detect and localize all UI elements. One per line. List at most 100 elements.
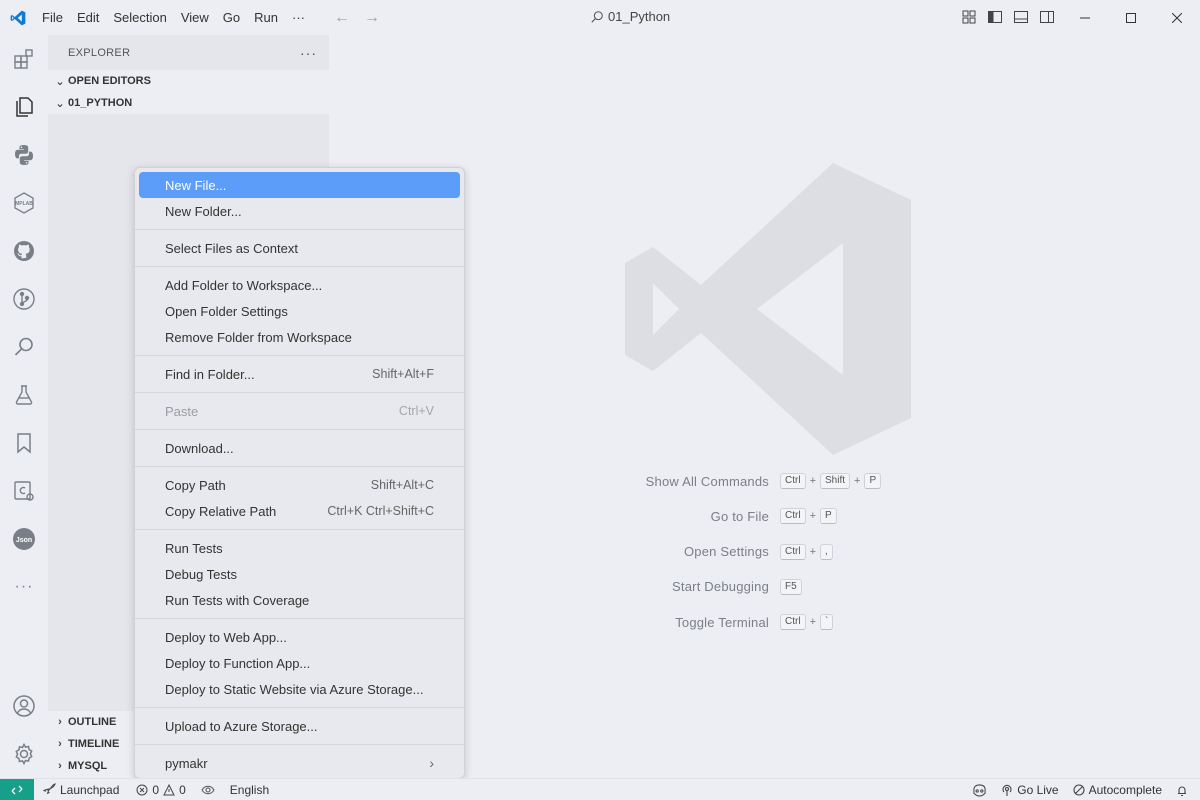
- menu-item-debug-tests[interactable]: Debug Tests: [139, 561, 460, 587]
- plus-sign: +: [809, 616, 816, 629]
- csharp-icon[interactable]: [0, 467, 48, 515]
- shortcut-label: Open Settings: [684, 544, 769, 560]
- toggle-secondary-sidebar-icon[interactable]: [1039, 9, 1055, 25]
- menu-item-shortcut: Shift+Alt+F: [372, 367, 434, 381]
- shortcut-keys: Ctrl +,: [780, 543, 833, 560]
- command-center[interactable]: 01_Python: [590, 9, 670, 24]
- menu-item-label: Copy Path: [165, 477, 226, 493]
- account-icon[interactable]: [0, 682, 48, 730]
- python-icon[interactable]: [0, 131, 48, 179]
- menu-item-find-in-folder[interactable]: Find in Folder... Shift+Alt+F: [139, 361, 460, 387]
- menu-selection[interactable]: Selection: [106, 0, 173, 35]
- menu-item-upload-to-azure-storage[interactable]: Upload to Azure Storage...: [139, 713, 460, 739]
- extensions-icon[interactable]: [0, 35, 48, 83]
- menu-item-pymakr[interactable]: pymakr ›: [139, 750, 460, 776]
- toggle-primary-sidebar-icon[interactable]: [987, 9, 1003, 25]
- menu-item-open-folder-settings[interactable]: Open Folder Settings: [139, 298, 460, 324]
- menu-item-deploy-to-static-website-via-azure-storage[interactable]: Deploy to Static Website via Azure Stora…: [139, 676, 460, 702]
- menu-item-new-file[interactable]: New File...: [139, 172, 460, 198]
- remote-icon: [11, 785, 23, 794]
- menu-edit[interactable]: Edit: [70, 0, 106, 35]
- language-item[interactable]: English: [222, 783, 276, 797]
- keycap: Shift: [820, 473, 851, 489]
- menu-item-shortcut: Shift+Alt+C: [370, 478, 434, 492]
- menu-item-download[interactable]: Download...: [139, 435, 460, 461]
- menu-item-paste: Paste Ctrl+V: [139, 398, 460, 424]
- chevron-down-icon: ⌄: [55, 97, 65, 110]
- keycap: P: [820, 508, 837, 525]
- shortcut-keys: Ctrl + Shift + P: [780, 473, 882, 489]
- menu-item-add-folder-to-workspace[interactable]: Add Folder to Workspace...: [139, 272, 460, 298]
- menu-view[interactable]: View: [174, 0, 216, 35]
- autocomplete-item[interactable]: Autocomplete: [1066, 783, 1169, 797]
- json-icon[interactable]: Json: [0, 515, 48, 563]
- menu-item-run-tests[interactable]: Run Tests: [139, 535, 460, 561]
- menu-item-run-tests-with-coverage[interactable]: Run Tests with Coverage: [139, 587, 460, 613]
- github-icon[interactable]: [0, 227, 48, 275]
- menu-item-label: pymakr: [165, 755, 208, 771]
- menu-item-select-files-as-context[interactable]: Select Files as Context: [139, 235, 460, 261]
- menu-item-label: Open Folder Settings: [165, 303, 288, 319]
- menu-item-remove-folder-from-workspace[interactable]: Remove Folder from Workspace: [139, 324, 460, 350]
- menu-item-label: Debug Tests: [165, 566, 238, 582]
- keycap: Ctrl: [780, 508, 806, 525]
- more-icon[interactable]: ···: [0, 563, 48, 611]
- notifications-item[interactable]: [1169, 784, 1200, 797]
- shortcut-keys: Ctrl + `: [780, 614, 834, 631]
- open-editors-section[interactable]: ⌄ OPEN EDITORS: [48, 70, 329, 92]
- menu-go[interactable]: Go: [216, 0, 247, 35]
- explorer-more-actions-icon[interactable]: ···: [300, 45, 317, 61]
- menu-item-label: Remove Folder from Workspace: [165, 329, 352, 345]
- maximize-icon[interactable]: [1108, 0, 1154, 35]
- menu-file[interactable]: File: [35, 0, 70, 35]
- menu-run[interactable]: Run: [247, 0, 285, 35]
- menu-item-shortcut: Ctrl+K Ctrl+Shift+C: [327, 504, 434, 518]
- eye-icon: [201, 785, 215, 794]
- command-center-label: 01_Python: [608, 9, 671, 24]
- go-live-item[interactable]: Go Live: [994, 783, 1065, 797]
- forward-arrow-icon[interactable]: →: [364, 9, 380, 27]
- back-arrow-icon[interactable]: ←: [334, 9, 350, 27]
- source-control-icon[interactable]: [0, 275, 48, 323]
- autocomplete-label: Autocomplete: [1088, 783, 1162, 797]
- close-icon[interactable]: [1154, 0, 1200, 35]
- mysql-label: MYSQL: [68, 760, 108, 772]
- minimize-icon[interactable]: [1062, 0, 1108, 35]
- eye-item[interactable]: [193, 784, 222, 796]
- shortcut-label: Toggle Terminal: [675, 614, 769, 630]
- vscode-logo-icon: [0, 0, 35, 35]
- menu-item-copy-relative-path[interactable]: Copy Relative Path Ctrl+K Ctrl+Shift+C: [139, 498, 460, 524]
- menu-item-deploy-to-web-app[interactable]: Deploy to Web App...: [139, 624, 460, 650]
- problems-item[interactable]: 0 0: [126, 783, 192, 797]
- search-icon[interactable]: [0, 323, 48, 371]
- settings-gear-icon[interactable]: [0, 730, 48, 778]
- folder-section[interactable]: ⌄ 01_PYTHON: [48, 92, 329, 114]
- menu-item-label: Copy Relative Path: [165, 503, 277, 519]
- copilot-item[interactable]: [965, 783, 994, 797]
- remote-indicator[interactable]: [0, 778, 34, 800]
- title-bar: File Edit Selection View Go Run ··· ← → 01_Pyt…: [0, 0, 1200, 35]
- menu-item-copy-path[interactable]: Copy Path Shift+Alt+C: [139, 472, 460, 498]
- mplab-icon[interactable]: MPLAB: [0, 179, 48, 227]
- bookmark-icon[interactable]: [0, 419, 48, 467]
- shortcut-label: Show All Commands: [645, 473, 769, 489]
- chevron-right-icon: ›: [58, 738, 62, 750]
- plus-sign: +: [809, 475, 816, 487]
- menu-more-icon[interactable]: ···: [285, 0, 312, 35]
- shortcut-keys: F5: [780, 578, 802, 595]
- folder-label: 01_PYTHON: [68, 97, 133, 109]
- launchpad-item[interactable]: Launchpad: [34, 783, 126, 797]
- menu-item-shortcut: Ctrl+V: [398, 404, 434, 418]
- vscode-watermark-icon: [625, 163, 911, 455]
- menu-separator: [135, 429, 464, 430]
- explorer-icon[interactable]: [0, 83, 48, 131]
- toggle-panel-icon[interactable]: [1013, 9, 1029, 25]
- menu-item-label: Add Folder to Workspace...: [165, 277, 323, 293]
- testing-icon[interactable]: [0, 371, 48, 419]
- menu-item-new-folder[interactable]: New Folder...: [139, 198, 460, 224]
- layout-controls: [961, 9, 1055, 25]
- chevron-right-icon: ›: [429, 755, 434, 771]
- menu-item-deploy-to-function-app[interactable]: Deploy to Function App...: [139, 650, 460, 676]
- menu-separator: [135, 229, 464, 230]
- customize-layout-icon[interactable]: [961, 9, 977, 25]
